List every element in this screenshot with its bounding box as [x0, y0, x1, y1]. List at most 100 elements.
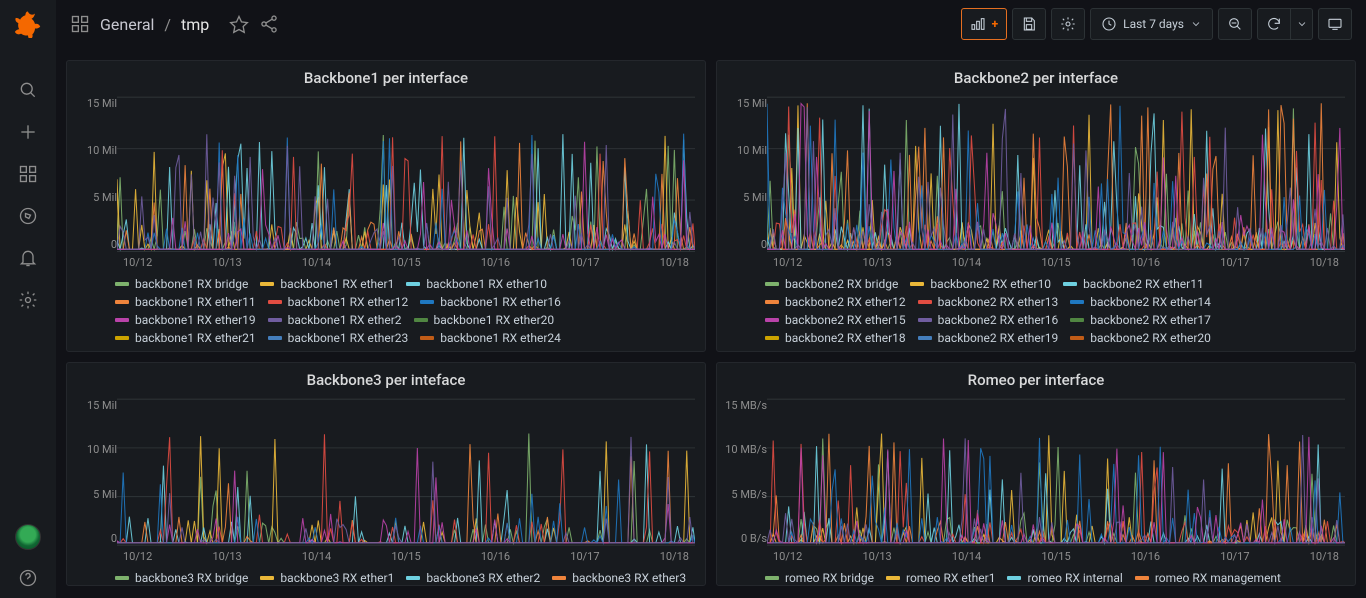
x-tick: 10/15	[391, 550, 420, 563]
zoom-out-button[interactable]	[1218, 8, 1252, 40]
plot-area[interactable]: 10/1210/1310/1410/1510/1610/1710/18	[767, 95, 1345, 269]
legend-item[interactable]: backbone1 RX ether23	[268, 331, 409, 345]
x-tick: 10/13	[862, 550, 891, 563]
panel[interactable]: Backbone2 per interface15 Mil10 Mil5 Mil…	[716, 60, 1356, 352]
breadcrumb-root[interactable]: General	[100, 15, 154, 34]
legend-item[interactable]: romeo RX bridge	[765, 571, 874, 585]
y-axis: 15 Mil10 Mil5 Mil0	[75, 95, 117, 269]
legend-item[interactable]: backbone2 RX bridge	[765, 277, 898, 291]
legend-label: romeo RX internal	[1027, 571, 1122, 585]
legend-item[interactable]: backbone2 RX ether15	[765, 313, 906, 327]
legend-item[interactable]: backbone2 RX ether21	[765, 349, 906, 351]
apps-icon[interactable]	[70, 14, 90, 34]
legend-item[interactable]: backbone2 RX ether11	[1063, 277, 1204, 291]
legend-swatch	[260, 576, 274, 580]
legend-item[interactable]: backbone1 RX ether1	[260, 277, 394, 291]
legend-item[interactable]: backbone2 RX ether23	[1070, 349, 1211, 351]
alert-icon[interactable]	[18, 248, 38, 268]
legend-item[interactable]: backbone2 RX ether22	[918, 349, 1059, 351]
user-avatar[interactable]	[15, 524, 41, 550]
help-icon[interactable]	[18, 568, 38, 588]
legend-label: backbone2 RX bridge	[785, 277, 898, 291]
legend-item[interactable]: backbone2 RX ether18	[765, 331, 906, 345]
legend-label: backbone1 RX ether28	[288, 349, 409, 351]
x-tick: 10/17	[1220, 256, 1249, 269]
legend-item[interactable]: backbone2 RX ether17	[1070, 313, 1211, 327]
refresh-interval-button[interactable]	[1291, 8, 1313, 40]
settings-button[interactable]	[1051, 8, 1085, 40]
legend-swatch	[406, 282, 420, 286]
panel-body: 15 Mil10 Mil5 Mil010/1210/1310/1410/1510…	[67, 89, 705, 273]
legend-item[interactable]: backbone3 RX ether1	[260, 571, 394, 585]
legend-item[interactable]: backbone1 RX bridge	[115, 277, 248, 291]
dashboards-icon[interactable]	[18, 164, 38, 184]
legend-swatch	[260, 282, 274, 286]
legend-item[interactable]: romeo RX ether1	[886, 571, 995, 585]
legend-item[interactable]: backbone1 RX ether20	[414, 313, 555, 327]
grafana-logo[interactable]	[14, 10, 42, 42]
plus-icon[interactable]	[18, 122, 38, 142]
tv-mode-button[interactable]	[1318, 8, 1352, 40]
legend-item[interactable]: backbone1 RX ether2	[268, 313, 402, 327]
save-button[interactable]	[1012, 8, 1046, 40]
star-icon[interactable]	[229, 14, 249, 34]
legend-item[interactable]: backbone2 RX ether19	[918, 331, 1059, 345]
legend-swatch	[1070, 336, 1084, 340]
legend-item[interactable]: backbone1 RX ether11	[115, 295, 256, 309]
legend-label: backbone1 RX ether16	[440, 295, 561, 309]
legend: backbone1 RX bridge backbone1 RX ether1 ba…	[67, 273, 705, 351]
legend-item[interactable]: backbone2 RX ether14	[1070, 295, 1211, 309]
plot-area[interactable]: 10/1210/1310/1410/1510/1610/1710/18	[767, 397, 1345, 563]
legend-item[interactable]: backbone2 RX ether20	[1070, 331, 1211, 345]
legend-item[interactable]: backbone1 RX ether28	[268, 349, 409, 351]
legend-label: backbone2 RX ether18	[785, 331, 906, 345]
panel[interactable]: Backbone3 per inteface15 Mil10 Mil5 Mil0…	[66, 362, 706, 586]
panel-title: Romeo per interface	[717, 363, 1355, 391]
legend-label: backbone1 RX bridge	[135, 277, 248, 291]
x-tick: 10/12	[123, 550, 152, 563]
legend-label: backbone2 RX ether10	[930, 277, 1051, 291]
legend-swatch	[406, 576, 420, 580]
legend-swatch	[765, 300, 779, 304]
timerange-picker[interactable]: Last 7 days	[1090, 8, 1213, 40]
legend-label: backbone3 RX ether3	[572, 571, 686, 585]
legend-item[interactable]: backbone1 RX ether16	[420, 295, 561, 309]
config-icon[interactable]	[18, 290, 38, 310]
panel[interactable]: Romeo per interface15 MB/s10 MB/s5 MB/s0…	[716, 362, 1356, 586]
search-icon[interactable]	[18, 80, 38, 100]
x-axis: 10/1210/1310/1410/1510/1610/1710/18	[117, 550, 695, 563]
legend-swatch	[910, 282, 924, 286]
x-tick: 10/18	[1310, 256, 1339, 269]
legend-label: backbone1 RX ether3	[440, 349, 554, 351]
legend-item[interactable]: backbone1 RX ether24	[420, 331, 561, 345]
x-tick: 10/12	[773, 256, 802, 269]
legend-item[interactable]: backbone2 RX ether12	[765, 295, 906, 309]
legend-item[interactable]: romeo RX management	[1135, 571, 1281, 585]
legend-item[interactable]: backbone1 RX ether26	[115, 349, 256, 351]
legend-label: backbone1 RX ether10	[426, 277, 547, 291]
legend-item[interactable]: backbone2 RX ether16	[918, 313, 1059, 327]
legend-item[interactable]: backbone1 RX ether12	[268, 295, 409, 309]
legend-item[interactable]: backbone3 RX bridge	[115, 571, 248, 585]
legend-item[interactable]: backbone3 RX ether3	[552, 571, 686, 585]
refresh-button[interactable]	[1257, 8, 1291, 40]
legend-item[interactable]: backbone1 RX ether10	[406, 277, 547, 291]
plot-area[interactable]: 10/1210/1310/1410/1510/1610/1710/18	[117, 397, 695, 563]
y-tick: 10 MB/s	[725, 443, 767, 456]
explore-icon[interactable]	[18, 206, 38, 226]
plot-area[interactable]: 10/1210/1310/1410/1510/1610/1710/18	[117, 95, 695, 269]
legend-item[interactable]: backbone2 RX ether13	[918, 295, 1059, 309]
share-icon[interactable]	[259, 14, 279, 34]
legend-swatch	[268, 336, 282, 340]
legend-swatch	[1070, 318, 1084, 322]
legend-item[interactable]: backbone1 RX ether19	[115, 313, 256, 327]
legend-item[interactable]: backbone2 RX ether10	[910, 277, 1051, 291]
legend-item[interactable]: romeo RX internal	[1007, 571, 1122, 585]
legend-item[interactable]: backbone3 RX ether2	[406, 571, 540, 585]
panel[interactable]: Backbone1 per interface15 Mil10 Mil5 Mil…	[66, 60, 706, 352]
legend-label: romeo RX ether1	[906, 571, 995, 585]
add-panel-button[interactable]: +	[961, 8, 1008, 40]
legend-item[interactable]: backbone1 RX ether3	[420, 349, 554, 351]
legend-swatch	[765, 282, 779, 286]
legend-item[interactable]: backbone1 RX ether21	[115, 331, 256, 345]
